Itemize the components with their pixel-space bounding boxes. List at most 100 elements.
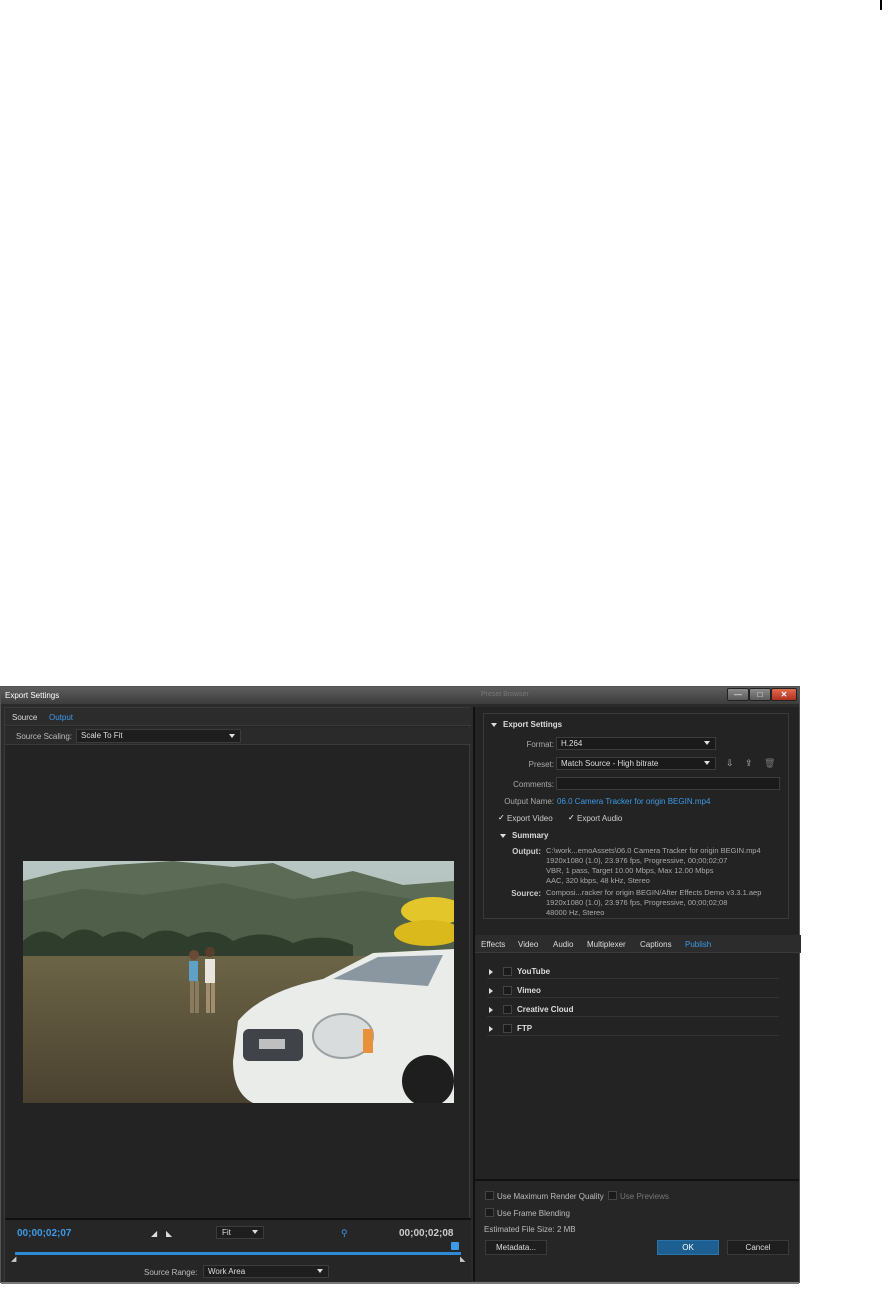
format-label: Format: <box>526 740 554 749</box>
source-scaling-value: Scale To Fit <box>81 731 123 740</box>
max-render-quality-checkbox[interactable] <box>485 1191 494 1200</box>
use-previews-label: Use Previews <box>620 1192 669 1201</box>
chevron-down-icon <box>317 1269 323 1273</box>
frame-blending-label: Use Frame Blending <box>497 1209 570 1218</box>
maximize-button[interactable]: □ <box>749 688 771 701</box>
source-range-value: Work Area <box>208 1267 246 1276</box>
cancel-button[interactable]: Cancel <box>727 1240 789 1255</box>
preview-panel: Source Output Source Scaling: Scale To F… <box>4 707 471 1282</box>
set-in-point-icon[interactable]: ◢ <box>151 1229 157 1238</box>
output-summary-line: 1920x1080 (1.0), 23.976 fps, Progressive… <box>546 856 728 865</box>
vimeo-checkbox[interactable] <box>503 986 512 995</box>
export-audio-checkbox[interactable]: ✓ <box>568 813 575 822</box>
output-name-label: Output Name: <box>504 797 554 806</box>
metadata-button[interactable]: Metadata... <box>485 1240 547 1255</box>
comments-input[interactable] <box>556 777 780 790</box>
expand-triangle-icon[interactable] <box>489 1026 493 1032</box>
summary-heading: Summary <box>512 831 549 840</box>
preset-dropdown[interactable]: Match Source - High bitrate <box>556 757 716 770</box>
zoom-level-dropdown[interactable]: Fit <box>216 1226 264 1239</box>
file-size-value: 2 MB <box>556 1225 576 1234</box>
publish-item-label: YouTube <box>517 967 551 976</box>
work-area-end-handle[interactable]: ◣ <box>460 1255 465 1263</box>
video-preview <box>23 861 454 1103</box>
background-window-title: Preset Browser <box>481 691 529 698</box>
window-bottom-border <box>1 1282 799 1284</box>
source-summary-line: Composi...racker for origin BEGIN/After … <box>546 888 762 897</box>
save-preset-icon[interactable]: ⇩ <box>726 758 734 769</box>
export-video-label: Export Video <box>507 814 553 823</box>
time-ruler-track[interactable] <box>15 1252 461 1255</box>
source-scaling-row: Source Scaling: Scale To Fit <box>5 727 471 745</box>
use-previews-checkbox[interactable] <box>608 1191 617 1200</box>
expand-triangle-icon[interactable] <box>489 1007 493 1013</box>
publish-item-youtube[interactable]: YouTube <box>487 967 779 979</box>
publish-item-vimeo[interactable]: Vimeo <box>487 986 779 998</box>
summary-collapse-icon[interactable] <box>500 834 506 838</box>
output-summary-line: AAC, 320 kbps, 48 kHz, Stereo <box>546 876 650 885</box>
source-summary-label: Source: <box>511 889 541 898</box>
tab-captions[interactable]: Captions <box>640 940 672 949</box>
tab-audio[interactable]: Audio <box>553 940 573 949</box>
tab-source[interactable]: Source <box>12 713 37 722</box>
output-summary-text: C:\work...emoAssets\06.0 Camera Tracker … <box>546 846 761 886</box>
tab-output[interactable]: Output <box>49 713 73 722</box>
current-timecode[interactable]: 00;00;02;07 <box>17 1228 71 1239</box>
publish-item-label: Creative Cloud <box>517 1005 574 1014</box>
source-range-dropdown[interactable]: Work Area <box>203 1265 329 1278</box>
expand-triangle-icon[interactable] <box>489 988 493 994</box>
edge-mark <box>880 0 882 10</box>
export-settings-heading: Export Settings <box>503 720 563 729</box>
publish-item-creative-cloud[interactable]: Creative Cloud <box>487 1005 779 1017</box>
render-options: Use Maximum Render Quality Use Previews … <box>473 1179 799 1281</box>
source-range-label: Source Range: <box>144 1268 198 1277</box>
format-value: H.264 <box>561 739 583 748</box>
frame-blending-checkbox[interactable] <box>485 1208 494 1217</box>
chevron-down-icon <box>704 761 710 765</box>
source-scaling-dropdown[interactable]: Scale To Fit <box>76 729 241 743</box>
output-summary-line: C:\work...emoAssets\06.0 Camera Tracker … <box>546 846 761 855</box>
export-audio-label: Export Audio <box>577 814 623 823</box>
duration-timecode: 00;00;02;08 <box>399 1228 454 1239</box>
chevron-down-icon <box>704 741 710 745</box>
expand-triangle-icon[interactable] <box>489 969 493 975</box>
source-output-tabs: Source Output <box>5 708 471 726</box>
export-video-checkbox[interactable]: ✓ <box>498 813 505 822</box>
estimated-file-size: Estimated File Size: 2 MB <box>484 1225 576 1234</box>
chevron-down-icon <box>229 734 235 738</box>
tab-multiplexer[interactable]: Multiplexer <box>587 940 626 949</box>
chevron-down-icon <box>252 1230 258 1234</box>
set-out-point-icon[interactable]: ◣ <box>166 1229 172 1238</box>
import-preset-icon[interactable]: ⇪ <box>745 758 753 769</box>
tab-video[interactable]: Video <box>518 940 538 949</box>
collapse-triangle-icon[interactable] <box>491 723 497 727</box>
publish-item-ftp[interactable]: FTP <box>487 1024 779 1036</box>
publish-item-label: Vimeo <box>517 986 541 995</box>
preset-value: Match Source - High bitrate <box>561 759 659 768</box>
youtube-checkbox[interactable] <box>503 967 512 976</box>
source-summary-line: 1920x1080 (1.0), 23.976 fps, Progressive… <box>546 898 728 907</box>
output-summary-label: Output: <box>512 847 541 856</box>
output-summary-line: VBR, 1 pass, Target 10.00 Mbps, Max 12.0… <box>546 866 714 875</box>
work-area-start-handle[interactable]: ◢ <box>11 1255 16 1263</box>
set-cue-point-icon[interactable]: ⚲ <box>341 1228 348 1239</box>
close-button[interactable]: ✕ <box>771 688 797 701</box>
timeline-controls: 00;00;02;07 ◢ ◣ Fit ⚲ 00;00;02;08 ◢ ◣ So… <box>5 1218 471 1282</box>
title-bar[interactable]: Export Settings Preset Browser — □ ✕ <box>1 687 799 704</box>
output-name-link[interactable]: 06.0 Camera Tracker for origin BEGIN.mp4 <box>557 797 710 806</box>
window-title: Export Settings <box>5 691 60 700</box>
format-dropdown[interactable]: H.264 <box>556 737 716 750</box>
ok-button[interactable]: OK <box>657 1240 719 1255</box>
creative-cloud-checkbox[interactable] <box>503 1005 512 1014</box>
source-scaling-label: Source Scaling: <box>16 732 73 741</box>
settings-tabs: Effects Video Audio Multiplexer Captions… <box>475 935 801 953</box>
delete-preset-icon[interactable]: 🗑 <box>764 758 775 769</box>
ftp-checkbox[interactable] <box>503 1024 512 1033</box>
minimize-button[interactable]: — <box>727 688 749 701</box>
tab-publish[interactable]: Publish <box>685 940 711 949</box>
comments-label: Comments: <box>513 780 554 789</box>
playhead-handle[interactable] <box>451 1242 459 1250</box>
zoom-level-value: Fit <box>222 1228 231 1237</box>
export-settings-section: Export Settings Format: H.264 Preset: Ma… <box>483 713 789 919</box>
tab-effects[interactable]: Effects <box>481 940 505 949</box>
